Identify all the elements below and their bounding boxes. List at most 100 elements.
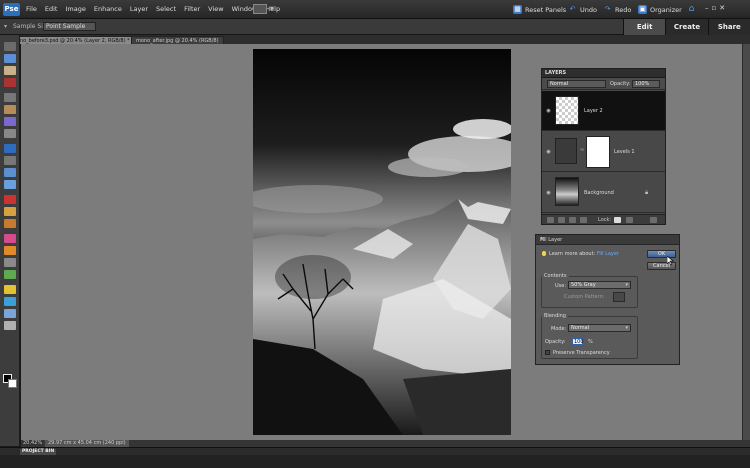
menu-filter[interactable]: Filter [184,5,200,13]
redo-button[interactable]: ↷ Redo [603,5,632,14]
redo-icon: ↷ [604,5,611,13]
spot-healing-tool-icon[interactable] [4,207,16,216]
layer-name: Layer 2 [584,108,603,114]
menu-enhance[interactable]: Enhance [94,5,122,13]
preserve-transparency-label: Preserve Transparency [553,350,610,356]
layer-name: Background [584,190,614,196]
menu-layer[interactable]: Layer [130,5,148,13]
zoom-tool-icon[interactable] [4,54,16,63]
minimize-icon[interactable]: – [705,4,709,12]
layer-opacity-label: Opacity: [610,81,631,87]
dialog-title-bar[interactable]: Fill Layer ✕ [536,235,679,245]
lightbulb-icon [542,251,546,256]
maximize-icon[interactable]: ▫ [712,4,717,12]
paint-bucket-tool-icon[interactable] [4,270,16,279]
layer-name: Levels 1 [614,149,635,155]
lasso-tool-icon[interactable] [4,105,16,114]
sponge-tool-icon[interactable] [4,321,16,330]
lock-all-icon[interactable] [626,217,633,223]
menu-select[interactable]: Select [156,5,176,13]
organizer-button[interactable]: ▣ Organizer [638,5,682,14]
close-icon[interactable]: ✕ [540,236,676,243]
sample-size-select[interactable]: Point Sample [43,22,96,31]
vertical-scrollbar[interactable] [742,44,750,440]
marquee-tool-icon[interactable] [4,93,16,102]
status-bar: 20.42% 29.97 cm x 45.04 cm (240 ppi) [21,440,750,447]
use-label: Use: [555,283,567,289]
trash-icon[interactable] [650,217,657,223]
smart-brush-tool-icon[interactable] [4,258,16,267]
layer-mask-icon[interactable] [580,217,587,223]
redo-label: Redo [615,5,632,14]
eyedropper-tool-icon[interactable] [4,78,16,87]
reset-panels-icon: ▦ [513,5,522,14]
eyedropper-tool-icon: ▾ [4,23,8,30]
layers-panel-footer: Lock: [542,214,665,224]
chevron-down-icon[interactable]: ▼ [270,6,274,12]
brush-tool-icon[interactable] [4,246,16,255]
tab-create[interactable]: Create [665,19,707,35]
learn-more-link[interactable]: Fill Layer [597,251,619,257]
fill-layer-dialog: Fill Layer ✕ Learn more about: Fill Laye… [535,234,680,365]
toolbox [0,35,20,446]
eraser-tool-icon[interactable] [4,234,16,243]
home-icon: ⌂ [688,4,695,14]
tab-document-before[interactable]: mono_before3.psd @ 20.4% (Layer 2, RGB/8… [7,36,135,44]
mode-select[interactable]: Normal [568,324,631,332]
crop-tool-icon[interactable] [4,156,16,165]
adjustment-layer-icon[interactable] [569,217,576,223]
layer-opacity-input[interactable]: 100% [632,80,660,88]
menu-edit[interactable]: Edit [45,5,58,13]
recompose-tool-icon[interactable] [4,168,16,177]
tab-document-after[interactable]: mono_after.jpg @ 20.4% (RGB/8) [131,36,224,44]
menu-bar: Pse File Edit Image Enhance Layer Select… [0,0,750,19]
close-icon[interactable]: ✕ [719,4,725,12]
preserve-transparency-checkbox[interactable] [545,350,550,355]
use-select[interactable]: 50% Gray [568,281,631,289]
gradient-tool-icon[interactable] [4,285,16,294]
new-layer-icon[interactable] [547,217,554,223]
blending-legend: Blending [544,313,566,319]
document-dimensions[interactable]: 29.97 cm x 45.04 cm (240 ppi) [45,440,129,447]
mouse-cursor-icon [667,256,674,266]
quick-selection-tool-icon[interactable] [4,129,16,138]
opacity-unit: % [588,339,593,345]
document-image [253,49,511,435]
layer-row-background[interactable]: ◉ Background 🔒︎ [542,173,665,213]
opacity-input[interactable]: 100 [572,338,584,345]
lock-icon: 🔒︎ [645,189,649,196]
layer-row-levels-1[interactable]: ◉ ∞ Levels 1 [542,132,665,172]
layers-panel-header[interactable]: LAYERS [542,69,665,78]
new-group-icon[interactable] [558,217,565,223]
reset-panels-button[interactable]: ▦ Reset Panels [513,5,566,14]
shape-tool-icon[interactable] [4,297,16,306]
clone-stamp-tool-icon[interactable] [4,219,16,228]
menu-image[interactable]: Image [65,5,85,13]
move-tool-icon[interactable] [4,42,16,51]
visibility-eye-icon[interactable]: ◉ [545,190,552,196]
hand-tool-icon[interactable] [4,66,16,75]
blur-tool-icon[interactable] [4,309,16,318]
background-color-swatch[interactable] [8,379,17,388]
custom-pattern-picker[interactable] [613,292,625,302]
magic-wand-tool-icon[interactable] [4,117,16,126]
tab-edit[interactable]: Edit [623,19,666,35]
layer-blend-mode-select[interactable]: Normal [547,80,606,88]
visibility-eye-icon[interactable]: ◉ [545,149,552,155]
layer-thumbnail [555,177,579,206]
visibility-eye-icon[interactable]: ◉ [545,108,552,114]
type-tool-icon[interactable] [4,144,16,153]
red-eye-tool-icon[interactable] [4,195,16,204]
opacity-label: Opacity: [545,339,566,345]
tab-share[interactable]: Share [707,19,750,35]
layer-row-layer-2[interactable]: ◉ Layer 2 [542,91,665,131]
home-button[interactable]: ⌂ [687,5,696,14]
menu-view[interactable]: View [208,5,223,13]
cookie-cutter-tool-icon[interactable] [4,180,16,189]
undo-button[interactable]: ↶ Undo [568,5,597,14]
lock-transparency-icon[interactable] [614,217,621,223]
main-menu: File Edit Image Enhance Layer Select Fil… [26,5,280,13]
menu-file[interactable]: File [26,5,37,13]
arrange-documents-button[interactable] [253,4,267,14]
zoom-level[interactable]: 20.42% [23,440,42,447]
